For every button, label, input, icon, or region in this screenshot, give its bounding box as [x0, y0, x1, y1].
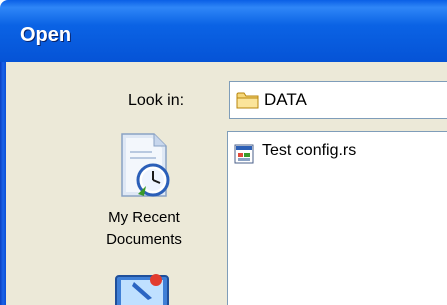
file-list[interactable]: Test config.rs — [227, 131, 447, 305]
places-bar: My Recent Documents — [74, 128, 212, 305]
recent-documents-icon — [108, 128, 180, 208]
file-name: Test config.rs — [262, 142, 357, 159]
place-my-recent-documents[interactable]: My Recent Documents — [74, 128, 212, 258]
look-in-dropdown[interactable]: DATA — [229, 81, 447, 119]
open-dialog: Open Look in: DATA My Recent Documents T… — [0, 0, 447, 305]
look-in-value: DATA — [264, 90, 307, 109]
config-file-icon — [234, 144, 254, 168]
folder-icon — [236, 90, 260, 114]
desktop-icon — [108, 268, 178, 305]
dialog-title: Open — [20, 24, 72, 46]
title-bar[interactable]: Open — [0, 0, 447, 62]
look-in-label: Look in: — [128, 92, 185, 109]
place-label: My Recent Documents — [106, 209, 182, 248]
place-desktop[interactable] — [74, 268, 212, 305]
